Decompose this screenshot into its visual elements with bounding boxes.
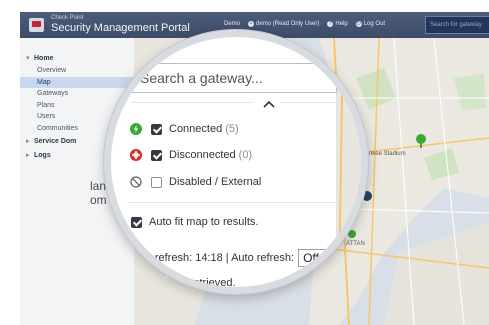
disabled-external-checkbox[interactable] [151,176,162,188]
connected-icon [130,123,142,135]
auto-fit-checkbox[interactable] [131,216,142,228]
map-label: lan [90,179,107,193]
logout-link[interactable]: ⏻ Log Out [355,21,386,27]
auto-fit-label: Auto fit map to results. [149,216,259,228]
filter-disabled-external[interactable]: Disabled / External [130,176,261,188]
disconnected-icon [130,149,142,161]
chevron-right-icon: ▸ [26,152,30,159]
chevron-up-icon[interactable] [263,100,275,108]
last-refresh-text: Last refresh: 14:18 | Auto refresh: [131,252,295,264]
filter-count: (0) [238,149,253,161]
sidebar-section-label: Logs [34,152,51,159]
sidebar-item-label: Map [37,78,51,86]
magnifier-lens: Search a gateway... Connected (5) Discon… [104,30,368,294]
header-links: Demo • demo (Read Only User) ? Help ⏻ Lo… [224,21,385,27]
checkpoint-logo-icon [29,18,44,32]
sidebar-item-label: Overview [37,67,67,74]
sidebar-item-label: Users [37,113,56,120]
logout-label: Log Out [363,21,386,27]
demo-link[interactable]: Demo [224,21,240,27]
chevron-right-icon: ▸ [26,138,30,145]
filter-label: Disconnected [169,149,236,161]
divider [131,102,253,103]
gateway-search-placeholder: Search for gateway [430,22,482,28]
filter-connected[interactable]: Connected (5) [130,123,239,135]
connected-checkbox[interactable] [151,123,162,135]
user-label: demo (Read Only User) [256,21,320,27]
gateway-search-placeholder: Search a gateway... [140,70,263,86]
filter-label: Disabled / External [169,176,262,188]
disabled-icon [130,176,142,188]
sidebar-item-label: Communities [37,124,78,132]
app-title: Security Management Portal [51,22,190,34]
gateway-search-input[interactable]: Search for gateway [425,16,489,34]
logout-icon: ⏻ [355,21,362,27]
sidebar-section-label: Home [34,55,54,62]
filter-disconnected[interactable]: Disconnected (0) [130,149,252,161]
map-label: Yankee Stadium [362,151,406,157]
gateway-filter-panel: Search a gateway... Connected (5) Discon… [111,37,345,287]
filter-label: Connected [169,123,223,135]
gateway-search-field[interactable]: Search a gateway... [132,63,337,93]
divider [279,102,336,103]
auto-refresh-value: Off [303,251,319,265]
help-icon: ? [327,21,334,27]
user-icon: • [248,21,255,27]
help-label: Help [335,21,348,27]
help-link[interactable]: ? Help [327,21,348,27]
user-link[interactable]: • demo (Read Only User) [248,21,319,27]
disconnected-checkbox[interactable] [151,149,162,161]
brand-small: Check Point [51,15,84,21]
chevron-down-icon: ▾ [26,55,30,62]
auto-refresh-select[interactable]: Off [298,249,345,267]
sidebar-section-label: Service Dom [34,138,77,145]
map-label: om [90,193,107,207]
filter-count: (5) [225,123,239,135]
sidebar-item-label: Gateways [37,90,69,97]
sidebar-item-label: Plans [37,101,55,109]
divider [127,202,336,203]
auto-fit-option[interactable]: Auto fit map to results. [131,216,258,228]
refresh-row: Last refresh: 14:18 | Auto refresh: Off [131,249,345,267]
demo-label: Demo [224,21,241,27]
